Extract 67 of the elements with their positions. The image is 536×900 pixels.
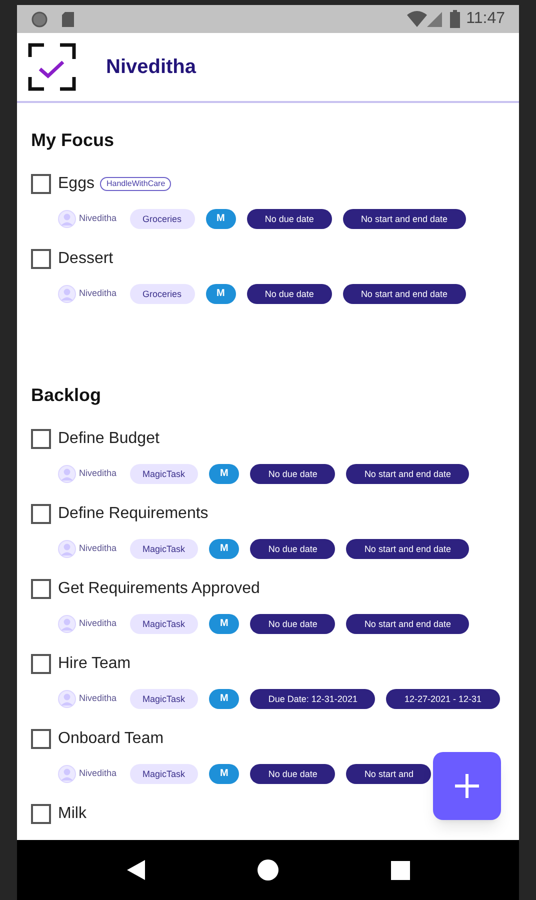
sd-card-icon bbox=[61, 10, 75, 28]
avatar-icon bbox=[58, 540, 76, 558]
assignee-name: Niveditha bbox=[79, 542, 117, 556]
list-chip[interactable]: MagicTask bbox=[130, 689, 198, 709]
task-title: Milk bbox=[58, 804, 86, 824]
tag-label: HandleWithCare bbox=[100, 177, 172, 191]
assignee-name: Niveditha bbox=[79, 617, 117, 630]
date-range-chip[interactable]: No start and end date bbox=[342, 209, 466, 229]
list-chip[interactable]: MagicTask bbox=[130, 764, 198, 784]
assignee-name: Niveditha bbox=[79, 467, 117, 480]
due-date-chip[interactable]: Due Date: 12-31-2021 bbox=[250, 689, 376, 709]
due-date-chip[interactable]: No due date bbox=[250, 614, 336, 634]
checkbox[interactable] bbox=[31, 654, 51, 674]
clock-time: 11:47 bbox=[466, 9, 505, 29]
task-title: Dessert bbox=[58, 249, 114, 269]
task-title: Define Budget bbox=[58, 429, 160, 449]
assignee-name: Niveditha bbox=[79, 767, 117, 780]
plus-icon bbox=[454, 773, 480, 799]
checkbox[interactable] bbox=[31, 729, 51, 749]
date-range-chip[interactable]: No start and end date bbox=[346, 464, 469, 484]
battery-icon bbox=[450, 10, 460, 28]
due-date-chip[interactable]: No due date bbox=[246, 284, 332, 304]
checkbox[interactable] bbox=[31, 429, 51, 449]
date-range-chip[interactable]: No start and end date bbox=[342, 284, 466, 304]
avatar-icon bbox=[58, 210, 76, 228]
circle-icon bbox=[31, 10, 48, 28]
date-range-chip[interactable]: No start and end date bbox=[346, 614, 469, 634]
date-range-chip[interactable]: 12-27-2021 - 12-31 bbox=[386, 689, 500, 709]
date-range-chip[interactable]: No start and end date bbox=[346, 539, 469, 559]
checkbox[interactable] bbox=[31, 249, 51, 269]
checkbox[interactable] bbox=[31, 804, 51, 824]
home-icon[interactable] bbox=[256, 859, 278, 881]
recents-icon[interactable] bbox=[390, 860, 410, 880]
due-date-chip[interactable]: No due date bbox=[246, 209, 332, 229]
avatar-icon bbox=[58, 690, 76, 708]
user-name: Niveditha bbox=[106, 55, 196, 80]
back-icon[interactable] bbox=[126, 860, 144, 880]
checkmark-logo-icon bbox=[28, 43, 76, 91]
task-title: Onboard Team bbox=[58, 729, 164, 749]
list-chip[interactable]: Groceries bbox=[130, 209, 195, 229]
assignee-name: Niveditha bbox=[79, 287, 117, 300]
list-chip[interactable]: Groceries bbox=[130, 284, 195, 304]
avatar-icon bbox=[58, 615, 76, 633]
checkbox[interactable] bbox=[31, 174, 51, 194]
assignee-name: Niveditha bbox=[79, 212, 117, 226]
task-title: Get Requirements Approved bbox=[58, 579, 260, 599]
list-chip[interactable]: MagicTask bbox=[130, 614, 198, 634]
section-heading: Backlog bbox=[31, 384, 102, 407]
avatar-icon bbox=[58, 465, 76, 483]
list-chip[interactable]: MagicTask bbox=[130, 539, 198, 559]
due-date-chip[interactable]: No due date bbox=[250, 539, 336, 559]
avatar-icon bbox=[58, 765, 76, 783]
list-chip[interactable]: MagicTask bbox=[130, 464, 198, 484]
task-title: Define Requirements bbox=[58, 504, 208, 524]
avatar-icon bbox=[58, 285, 76, 303]
signal-icon bbox=[427, 12, 442, 26]
assignee-name: Niveditha bbox=[79, 692, 117, 706]
task-title: Hire Team bbox=[58, 654, 131, 674]
checkbox[interactable] bbox=[31, 579, 51, 599]
add-button[interactable] bbox=[433, 752, 501, 820]
wifi-icon bbox=[407, 11, 428, 27]
date-range-chip[interactable]: No start and bbox=[346, 764, 432, 784]
task-title: Eggs bbox=[58, 174, 94, 194]
due-date-chip[interactable]: No due date bbox=[250, 764, 336, 784]
section-heading: My Focus bbox=[31, 129, 116, 152]
checkbox[interactable] bbox=[31, 504, 51, 524]
due-date-chip[interactable]: No due date bbox=[250, 464, 336, 484]
